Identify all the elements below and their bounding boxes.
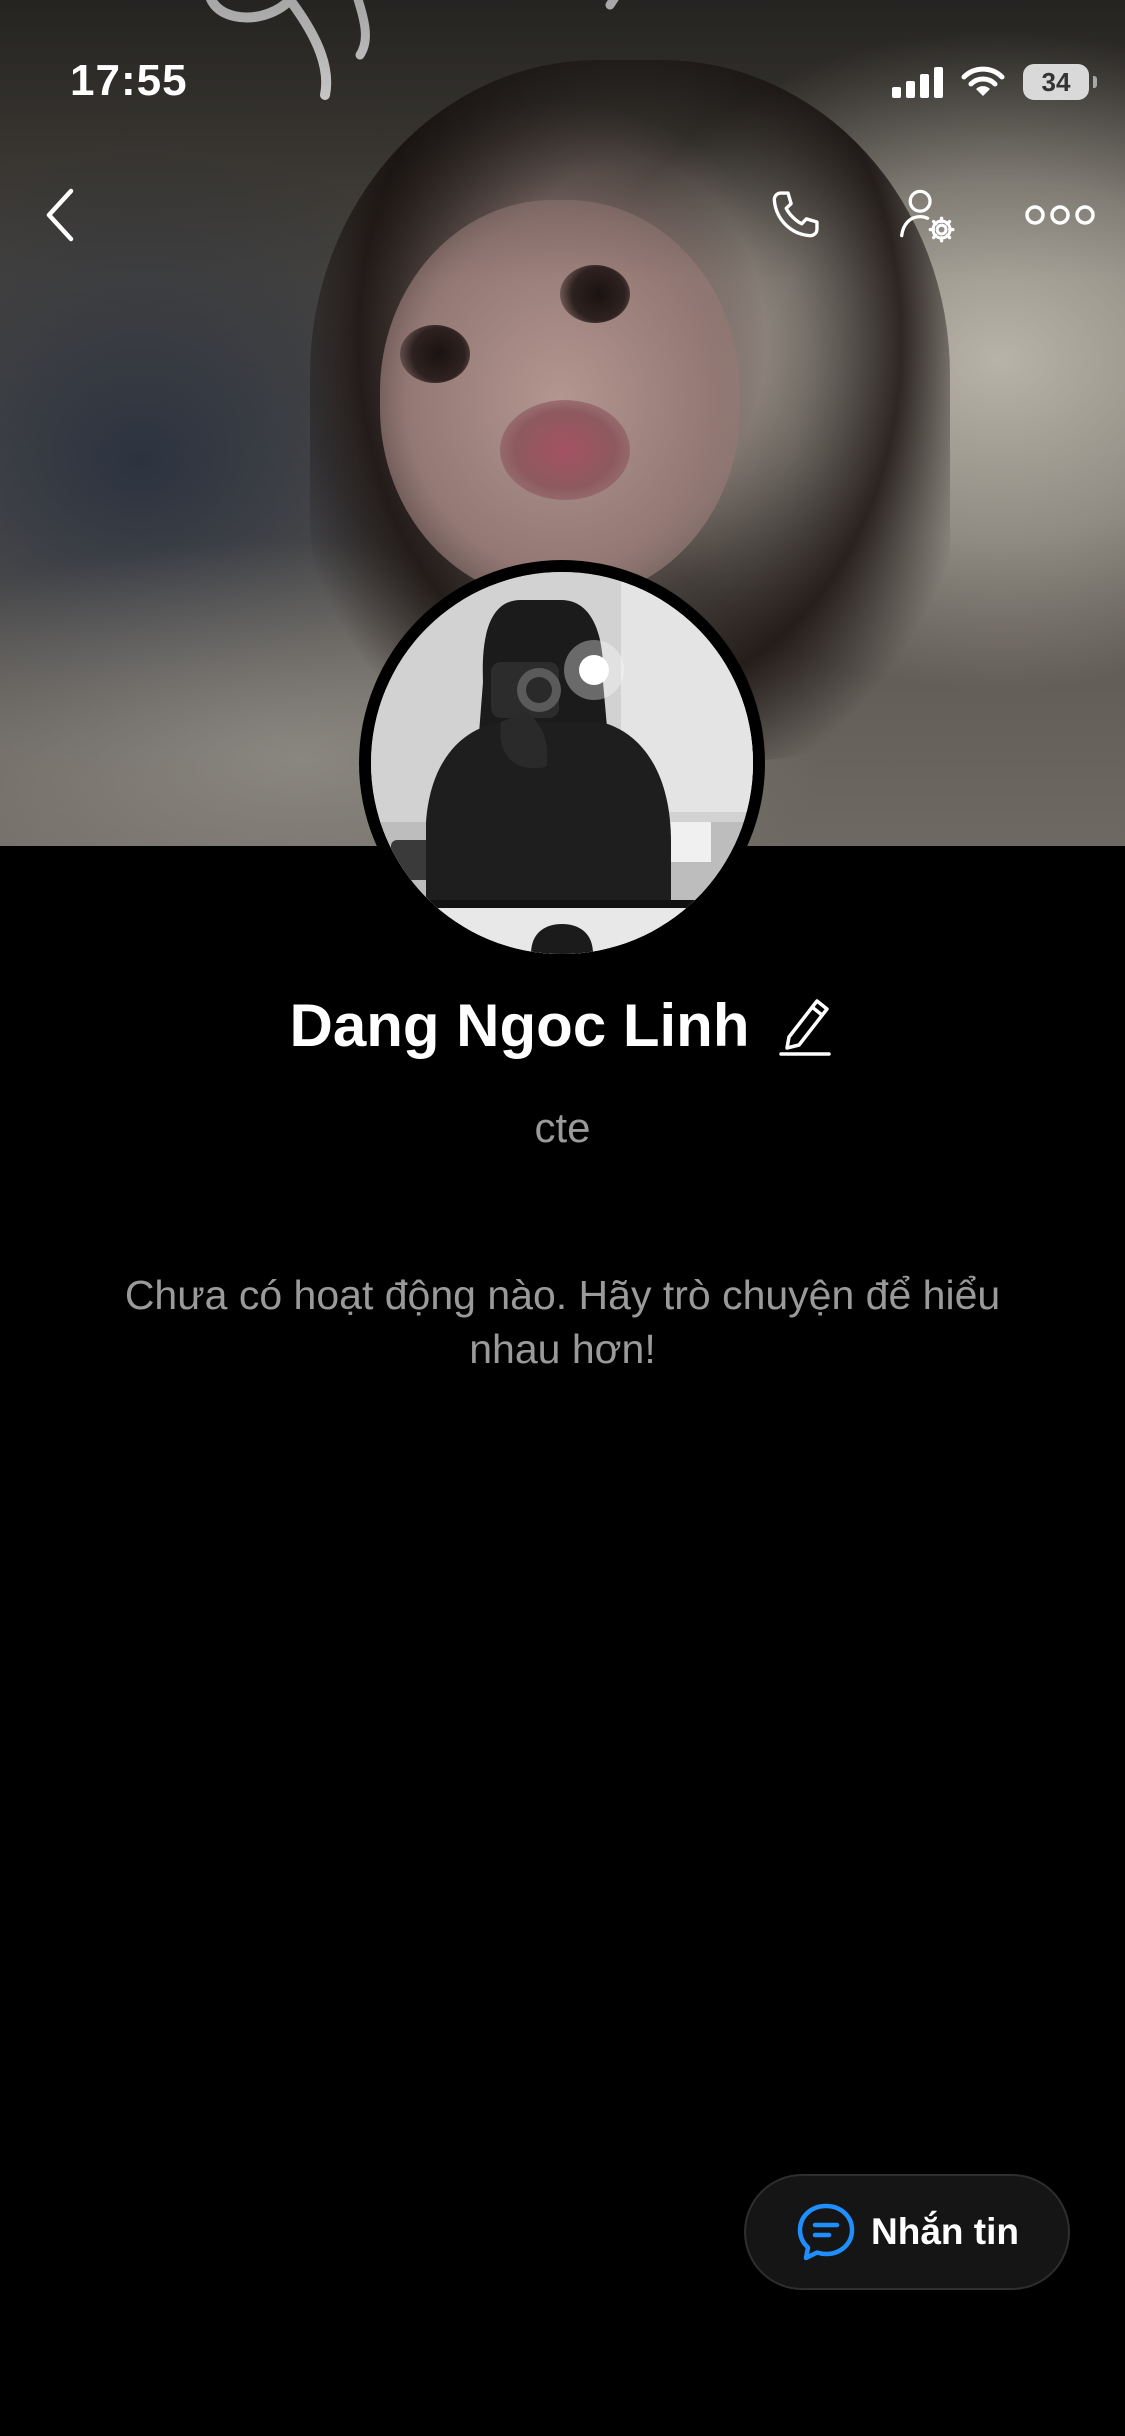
back-button[interactable] xyxy=(16,170,106,260)
status-time: 17:55 xyxy=(70,56,188,105)
ellipsis-icon xyxy=(1025,205,1095,225)
more-options-button[interactable] xyxy=(1015,170,1105,260)
message-button[interactable]: Nhắn tin xyxy=(744,2174,1070,2290)
status-icons: 34 xyxy=(892,60,1097,104)
avatar[interactable] xyxy=(359,560,765,966)
cover-photo-mouth xyxy=(500,400,630,500)
cellular-signal-icon xyxy=(892,66,943,98)
avatar-photo xyxy=(371,572,753,954)
edit-name-button[interactable] xyxy=(775,990,835,1060)
contact-settings-button[interactable] xyxy=(882,170,972,260)
cover-photo-eye-left xyxy=(400,325,470,383)
profile-name-row: Dang Ngoc Linh xyxy=(0,990,1125,1060)
empty-activity-message: Chưa có hoạt động nào. Hãy trò chuyện để… xyxy=(124,1272,1001,1372)
avatar-photo-illustration xyxy=(371,572,753,954)
battery-icon: 34 xyxy=(1023,64,1097,100)
pencil-icon xyxy=(779,999,832,1056)
call-button[interactable] xyxy=(750,170,840,260)
user-gear-icon xyxy=(900,189,955,243)
profile-name: Dang Ngoc Linh xyxy=(289,991,750,1059)
message-button-label: Nhắn tin xyxy=(871,2211,1019,2252)
status-bar: 17:55 34 xyxy=(0,0,1125,150)
chevron-left-icon xyxy=(46,188,74,242)
chat-bubble-icon xyxy=(797,2203,855,2261)
battery-level: 34 xyxy=(1041,66,1071,97)
wifi-icon xyxy=(961,66,1005,96)
profile-status: cte xyxy=(534,1104,591,1151)
phone-icon xyxy=(772,191,819,238)
